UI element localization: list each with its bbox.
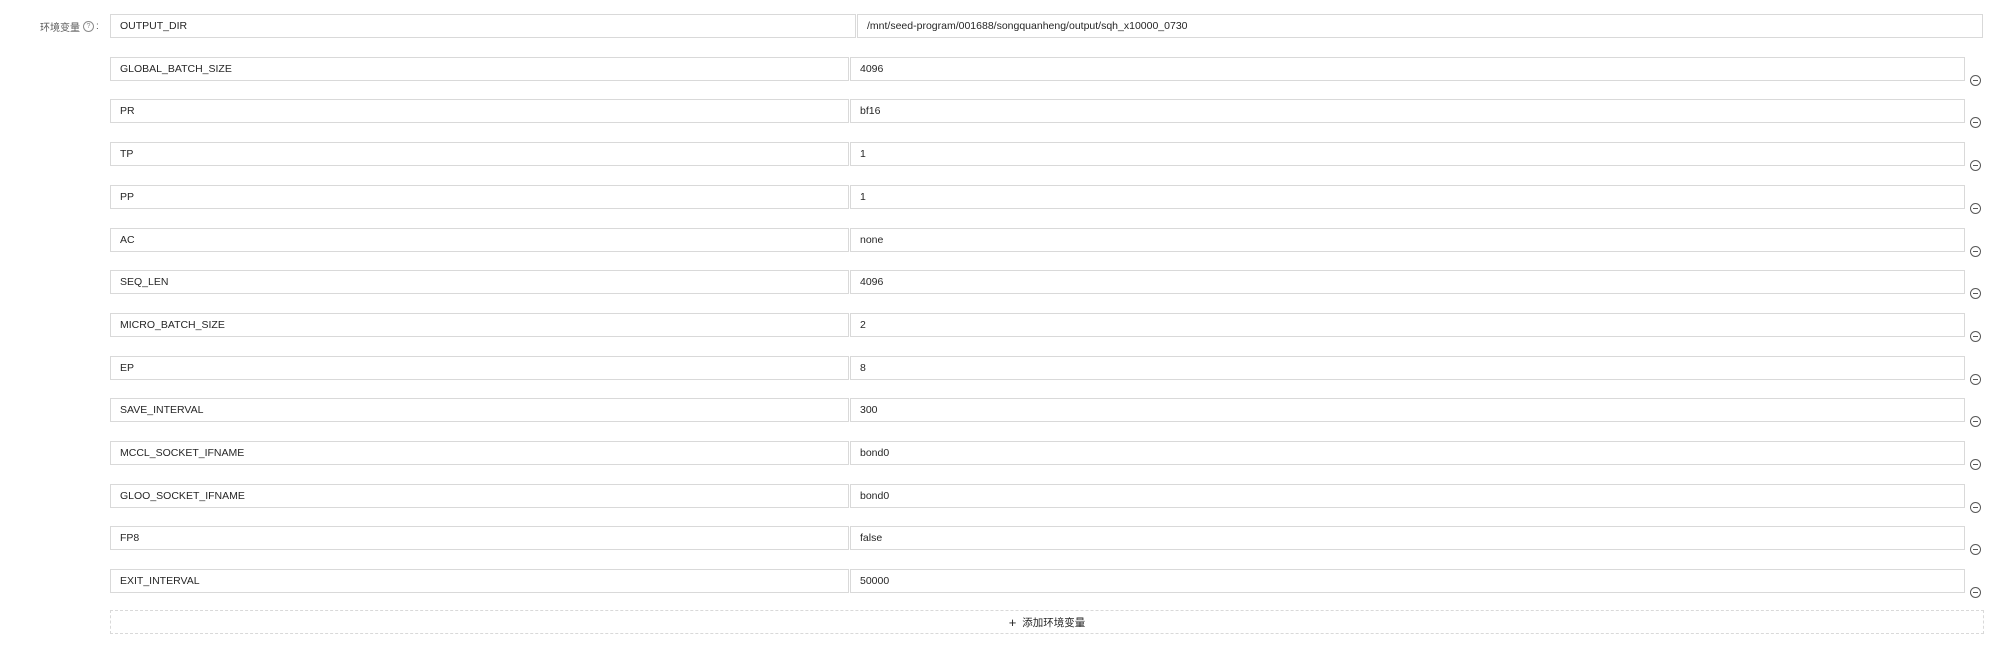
env-var-value-input[interactable]: bf16 xyxy=(850,99,1965,124)
minus-circle-icon[interactable] xyxy=(1970,587,1981,599)
env-var-value-input[interactable]: false xyxy=(850,526,1965,551)
env-var-key-input[interactable]: MICRO_BATCH_SIZE xyxy=(110,312,849,337)
env-var-value-input[interactable]: bond0 xyxy=(850,441,1965,465)
env-var-key-input[interactable]: PR xyxy=(110,99,849,124)
env-var-key-input[interactable]: EP xyxy=(110,355,849,380)
env-var-value-input[interactable]: /mnt/seed-program/001688/songquanheng/ou… xyxy=(857,14,1983,38)
minus-circle-icon[interactable] xyxy=(1970,373,1981,385)
env-var-key-input[interactable]: AC xyxy=(110,227,849,252)
env-var-value-input[interactable]: 8 xyxy=(850,355,1965,380)
plus-icon: + xyxy=(1008,614,1017,630)
minus-circle-icon[interactable] xyxy=(1970,245,1981,257)
minus-circle-icon[interactable] xyxy=(1970,501,1981,513)
env-var-key-input[interactable]: PP xyxy=(110,184,849,209)
env-var-value-input[interactable]: 4096 xyxy=(850,56,1965,81)
minus-circle-icon[interactable] xyxy=(1970,117,1981,129)
question-circle-icon[interactable]: ? xyxy=(83,21,94,32)
minus-circle-icon[interactable] xyxy=(1970,202,1981,214)
add-env-var-button[interactable]: + 添加环境变量 xyxy=(110,610,1984,634)
add-env-var-label: 添加环境变量 xyxy=(1022,616,1086,629)
env-var-key-input[interactable]: OUTPUT_DIR xyxy=(110,14,856,38)
env-var-value-input[interactable]: 1 xyxy=(850,184,1965,209)
env-var-key-input[interactable]: GLOO_SOCKET_IFNAME xyxy=(110,483,849,508)
env-var-value-input[interactable]: bond0 xyxy=(850,483,1965,508)
env-var-key-input[interactable]: TP xyxy=(110,142,849,167)
minus-circle-icon[interactable] xyxy=(1970,459,1981,470)
env-var-key-input[interactable]: GLOBAL_BATCH_SIZE xyxy=(110,56,849,81)
minus-circle-icon[interactable] xyxy=(1970,330,1981,342)
minus-circle-icon[interactable] xyxy=(1970,160,1981,172)
env-var-key-input[interactable]: MCCL_SOCKET_IFNAME xyxy=(110,441,849,465)
minus-circle-icon[interactable] xyxy=(1970,416,1981,428)
env-vars-label: 环境变量 ? : xyxy=(40,21,99,34)
env-vars-label-text: 环境变量 xyxy=(40,23,80,34)
env-var-value-input[interactable]: 2 xyxy=(850,312,1965,337)
minus-circle-icon[interactable] xyxy=(1970,544,1981,556)
env-var-key-input[interactable]: SAVE_INTERVAL xyxy=(110,398,849,423)
env-var-value-input[interactable]: 4096 xyxy=(850,270,1965,295)
env-var-value-input[interactable]: 50000 xyxy=(850,569,1965,594)
env-var-value-input[interactable]: 1 xyxy=(850,142,1965,167)
env-var-key-input[interactable]: SEQ_LEN xyxy=(110,270,849,295)
minus-circle-icon[interactable] xyxy=(1970,288,1981,300)
env-var-value-input[interactable]: 300 xyxy=(850,398,1965,423)
minus-circle-icon[interactable] xyxy=(1970,74,1981,86)
env-var-key-input[interactable]: FP8 xyxy=(110,526,849,551)
env-var-key-input[interactable]: EXIT_INTERVAL xyxy=(110,569,849,594)
env-var-value-input[interactable]: none xyxy=(850,227,1965,252)
